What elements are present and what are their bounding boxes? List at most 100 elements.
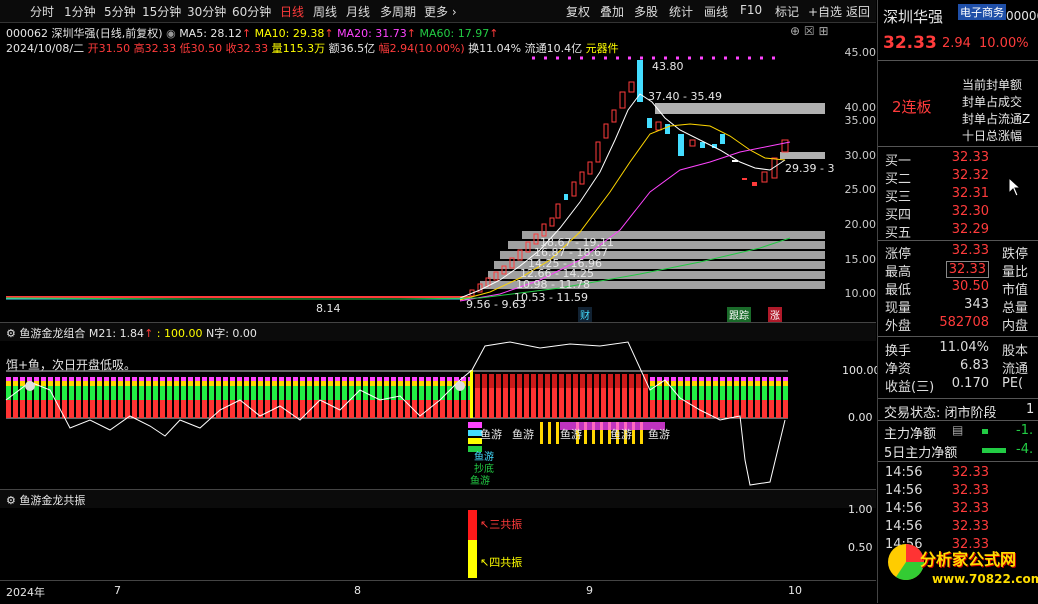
f10-button[interactable]: F10 <box>740 3 762 17</box>
indicator-bar-segment <box>440 400 445 418</box>
bid-row[interactable]: 买一 32.33 <box>878 150 1038 169</box>
tick-row[interactable]: 14:56 32.33 <box>878 483 1038 501</box>
indicator-bar-segment <box>146 381 151 386</box>
indicator2-name[interactable]: 鱼游金龙共振 <box>19 494 85 507</box>
indicator-bar-segment <box>433 377 438 381</box>
stat-row[interactable]: 最高 32.33 量比 <box>878 261 1038 280</box>
row-label: 14:56 <box>885 465 923 480</box>
indicator-bar-segment <box>776 381 781 386</box>
period-tab-daily[interactable]: 日线 <box>280 3 304 20</box>
stat2-row[interactable]: 净资 6.83 流通 <box>878 358 1038 377</box>
resonance-bar-4 <box>468 540 477 578</box>
stats-button[interactable]: 统计 <box>669 3 693 20</box>
tick-row[interactable]: 14:56 32.33 <box>878 519 1038 537</box>
indicator-bar-segment <box>34 386 39 400</box>
row-value: 32.33 <box>951 150 989 165</box>
indicator-bar-segment <box>27 400 32 418</box>
fuquan-button[interactable]: 复权 <box>566 3 590 20</box>
indicator-bar-segment <box>125 386 130 400</box>
stat-row[interactable]: 涨停 32.33 跌停 <box>878 243 1038 262</box>
indicator-bar-segment <box>678 377 683 381</box>
indicator-bar-segment <box>426 386 431 400</box>
limit-up-badge[interactable]: 涨 <box>768 307 782 322</box>
m21-value: M21: 1.84 <box>88 327 145 340</box>
indicator-bar-segment <box>531 374 536 388</box>
row-label: 买二 <box>885 172 912 187</box>
bid-row[interactable]: 买五 32.29 <box>878 222 1038 241</box>
row-label-right: 总量 <box>1002 301 1029 316</box>
signal-marker <box>470 370 473 418</box>
stat2-row[interactable]: 收益(三) 0.170 PE( <box>878 376 1038 395</box>
row-value: 32.33 <box>951 243 989 258</box>
indicator1-name[interactable]: 鱼游金龙组合 <box>19 327 85 340</box>
indicator-bar-segment <box>174 386 179 400</box>
indicator-bar-segment <box>552 374 557 388</box>
overlay-button[interactable]: 叠加 <box>600 3 624 20</box>
indicator-bar-segment <box>13 381 18 386</box>
more-menu-button[interactable]: 更多 › <box>424 3 457 20</box>
mark-button[interactable]: 标记 <box>775 3 799 20</box>
add-watchlist-button[interactable]: +自选 <box>808 3 842 20</box>
indicator-bar-segment <box>209 381 214 386</box>
indicator-bar-segment <box>762 377 767 381</box>
indicator-bar-segment <box>356 377 361 381</box>
period-tab-1min[interactable]: 1分钟 <box>64 3 96 20</box>
indicator-bar-segment <box>160 400 165 418</box>
period-tab-weekly[interactable]: 周线 <box>313 3 337 20</box>
period-tab-30min[interactable]: 30分钟 <box>187 3 226 20</box>
indicator-bar-segment <box>573 388 578 418</box>
period-tab-monthly[interactable]: 月线 <box>346 3 370 20</box>
price-tick: 35.00 <box>844 114 877 127</box>
indicator-bar-segment <box>258 377 263 381</box>
indicator-bar-segment <box>713 386 718 400</box>
period-tab-multi[interactable]: 多周期 <box>380 3 416 20</box>
indicator-bar-segment <box>314 377 319 381</box>
indicator-bar-segment <box>223 386 228 400</box>
gear-icon[interactable]: ⚙ <box>6 494 16 507</box>
row-value: 582708 <box>939 315 989 330</box>
track-badge[interactable]: 跟踪 <box>727 307 751 322</box>
indicator-bars <box>6 374 788 418</box>
indicator-bar-segment <box>335 377 340 381</box>
indicator-bar-segment <box>69 381 74 386</box>
small-label: 鱼游 <box>470 476 490 487</box>
gear-icon[interactable]: ⚙ <box>6 327 16 340</box>
indicator-bar-segment <box>314 400 319 418</box>
list-icon[interactable]: ▤ <box>952 423 963 437</box>
candlestick-chart[interactable] <box>0 22 828 322</box>
tick-row[interactable]: 14:56 32.33 <box>878 465 1038 483</box>
row-value: 32.30 <box>951 204 989 219</box>
back-button[interactable]: 返回 <box>846 3 870 20</box>
stat-row[interactable]: 现量 343 总量 <box>878 297 1038 316</box>
indicator-bar-segment <box>664 386 669 400</box>
price-axis: 45.00 40.00 35.00 30.00 25.00 20.00 15.0… <box>828 22 877 322</box>
period-tab-60min[interactable]: 60分钟 <box>232 3 271 20</box>
indicator-bar-segment <box>412 381 417 386</box>
date-tick: 10 <box>788 584 802 597</box>
stat2-row[interactable]: 换手 11.04% 股本 <box>878 340 1038 359</box>
stat-row[interactable]: 外盘 582708 内盘 <box>878 315 1038 334</box>
indicator-bar-segment <box>6 400 11 418</box>
indicator-bar-segment <box>55 400 60 418</box>
period-tab-5min[interactable]: 5分钟 <box>104 3 136 20</box>
draw-button[interactable]: 画线 <box>704 3 728 20</box>
stat-row[interactable]: 最低 30.50 市值 <box>878 279 1038 298</box>
indicator-bar-segment <box>139 377 144 381</box>
indicator-bar-segment <box>209 400 214 418</box>
period-tab-fenshi[interactable]: 分时 <box>30 3 54 20</box>
indicator-bar-segment <box>720 386 725 400</box>
indicator-bar-segment <box>755 381 760 386</box>
tick-row[interactable]: 14:56 32.33 <box>878 501 1038 519</box>
multistock-button[interactable]: 多股 <box>634 3 658 20</box>
bid-row[interactable]: 买四 32.30 <box>878 204 1038 223</box>
financial-badge[interactable]: 财 <box>578 307 592 322</box>
indicator-bar-segment <box>755 386 760 400</box>
indicator-bar-segment <box>265 386 270 400</box>
price-tick: 30.00 <box>844 149 877 162</box>
sector-tag[interactable]: 电子商务 <box>958 4 1006 20</box>
indicator1-chart[interactable] <box>0 340 828 490</box>
indicator-bar-segment <box>755 400 760 418</box>
indicator2-header: ⚙ 鱼游金龙共振 <box>0 489 876 508</box>
indicator-bar-segment <box>279 400 284 418</box>
period-tab-15min[interactable]: 15分钟 <box>142 3 181 20</box>
